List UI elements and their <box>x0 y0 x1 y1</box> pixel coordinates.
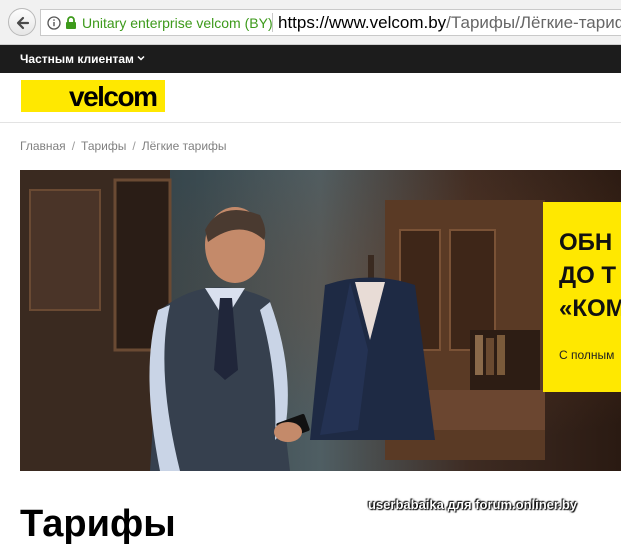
breadcrumb: Главная / Тарифы / Лёгкие тарифы <box>20 139 227 153</box>
promo-title: ОБН ДО Т «КОМ <box>559 229 621 322</box>
url-path: /Тарифы/Лёгкие-тарифы <box>446 13 621 32</box>
breadcrumb-separator: / <box>71 139 76 153</box>
url-divider <box>272 13 273 32</box>
url-text[interactable]: https://www.velcom.by/Тарифы/Лёгкие-тари… <box>278 13 621 33</box>
breadcrumb-tariffs[interactable]: Тарифы <box>81 139 126 153</box>
logo-bar: velcom <box>0 73 621 123</box>
breadcrumb-current: Лёгкие тарифы <box>141 139 227 153</box>
breadcrumb-separator: / <box>132 139 136 153</box>
back-button[interactable] <box>8 8 36 36</box>
page-title: Тарифы <box>20 503 176 545</box>
browser-address-bar: Unitary enterprise velcom (BY) https://w… <box>0 0 621 45</box>
lock-icon[interactable] <box>65 15 77 30</box>
forum-watermark: userbabaika для forum.onliner.by <box>368 497 578 512</box>
url-host: https://www.velcom.by <box>278 13 447 32</box>
url-field[interactable]: Unitary enterprise velcom (BY) https://w… <box>40 9 621 36</box>
hero-photo <box>20 170 545 471</box>
velcom-logo[interactable]: velcom <box>21 80 165 112</box>
chevron-down-icon[interactable] <box>137 54 145 62</box>
promo-card[interactable]: ОБН ДО Т «КОМ С полным <box>543 202 621 392</box>
nav-private-clients[interactable]: Частным клиентам <box>20 52 134 66</box>
site-top-nav: Частным клиентам <box>0 45 621 73</box>
logo-text: velcom <box>69 81 158 112</box>
site-identity[interactable]: Unitary enterprise velcom (BY) <box>82 15 273 31</box>
breadcrumb-home[interactable]: Главная <box>20 139 66 153</box>
info-icon[interactable] <box>47 16 61 30</box>
back-arrow-icon <box>16 16 30 30</box>
promo-subtitle: С полным <box>559 348 615 362</box>
hero-banner[interactable]: ОБН ДО Т «КОМ С полным <box>20 170 621 471</box>
